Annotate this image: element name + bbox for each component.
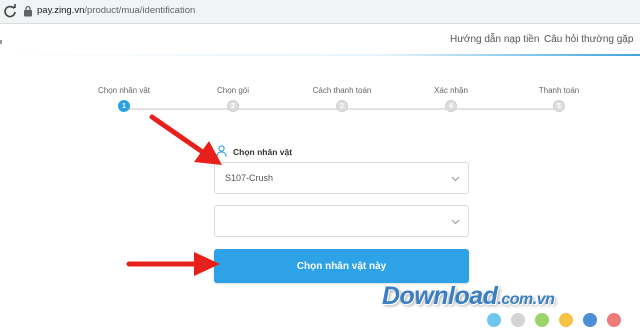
step-label: Cách thanh toán — [312, 86, 372, 95]
step-number: 4 — [445, 100, 457, 112]
server-select[interactable]: S107-Crush — [214, 162, 469, 194]
character-label: Chọn nhân vật — [233, 147, 293, 157]
nav-link-topup-guide[interactable]: Hướng dẫn nạp tiền — [450, 34, 539, 45]
url-host: pay.zing.vn — [37, 5, 85, 16]
url-field[interactable]: pay.zing.vn/product/mua/identification — [37, 5, 195, 16]
step-number: 1 — [118, 100, 130, 112]
step-number: 3 — [336, 100, 348, 112]
watermark-dot — [487, 313, 501, 327]
site-header: Hướng dẫn nạp tiền Câu hỏi thường gặp — [0, 24, 640, 55]
watermark-dot — [559, 313, 573, 327]
lock-icon — [24, 5, 32, 17]
choose-character-button[interactable]: Chọn nhân vật này — [214, 249, 469, 283]
chevron-down-icon — [451, 176, 460, 182]
header-divider — [0, 54, 640, 56]
step-number: 2 — [227, 100, 239, 112]
step-label: Xác nhận — [434, 86, 468, 95]
step-confirm: Xác nhận 4 — [401, 86, 501, 112]
progress-stepper: Chọn nhân vật 1 Chọn gói 2 Cách thanh to… — [0, 86, 640, 122]
chevron-down-icon — [451, 219, 460, 225]
nav-link-faq[interactable]: Câu hỏi thường gặp — [544, 34, 633, 45]
download-watermark-logo: Download.com.vn — [382, 282, 632, 312]
step-label: Thanh toán — [538, 86, 580, 95]
watermark-dot — [583, 313, 597, 327]
url-path: /product/mua/identification — [84, 5, 196, 16]
step-choose-character: Chọn nhân vật 1 — [74, 86, 174, 112]
step-label: Chọn gói — [216, 86, 250, 95]
reload-icon[interactable] — [3, 4, 17, 18]
watermark-dot — [511, 313, 525, 327]
step-payment-method: Cách thanh toán 3 — [292, 86, 392, 112]
watermark-dot — [535, 313, 549, 327]
step-label: Chọn nhân vật — [97, 86, 151, 95]
character-select[interactable] — [214, 205, 469, 237]
user-icon — [216, 145, 227, 157]
step-choose-package: Chọn gói 2 — [183, 86, 283, 112]
arrow-to-character-label — [149, 114, 222, 165]
browser-address-bar: pay.zing.vn/product/mua/identification — [0, 0, 640, 24]
logo-edge — [0, 40, 2, 44]
watermark-text: Download.com.vn — [382, 282, 555, 310]
step-number: 5 — [553, 100, 565, 112]
server-select-value: S107-Crush — [225, 173, 274, 183]
step-pay: Thanh toán 5 — [509, 86, 609, 112]
arrow-to-submit-button — [126, 252, 220, 276]
watermark-dot — [607, 313, 621, 327]
